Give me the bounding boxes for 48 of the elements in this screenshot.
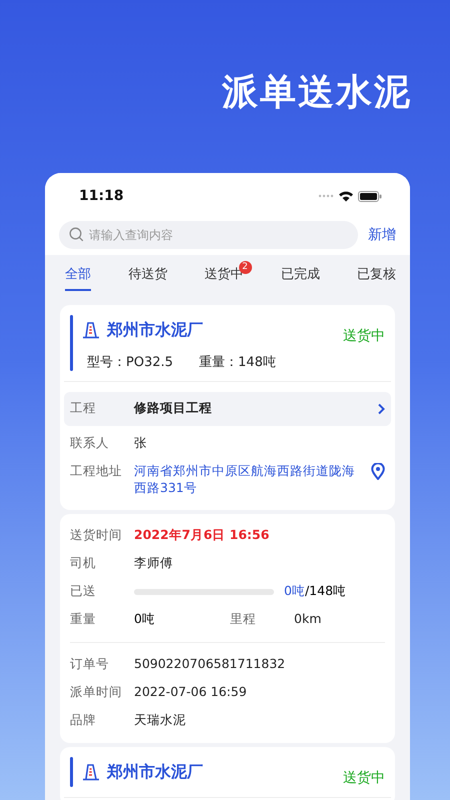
accent-bar xyxy=(70,315,73,371)
search-icon xyxy=(69,227,84,242)
order-card[interactable]: 郑州市水泥厂 送货中 xyxy=(60,747,395,800)
field-value: 天瑞水泥 xyxy=(134,712,187,729)
field-value: 李师傅 xyxy=(134,555,174,572)
accent-bar xyxy=(70,757,73,787)
model-text: 型号：PO32.5 xyxy=(87,354,174,371)
field-value: 2022-07-06 16:59 xyxy=(134,684,248,699)
weight-text: 重量：148吨 xyxy=(199,354,276,371)
field-value: 0吨 xyxy=(134,611,156,628)
factory-name: 郑州市水泥厂 xyxy=(107,320,204,340)
wifi-icon xyxy=(338,190,354,202)
field-label: 工程 xyxy=(70,400,97,417)
signal-icon xyxy=(318,194,334,198)
project-row[interactable]: 工程 修路项目工程 xyxy=(64,392,391,426)
search-field[interactable]: 请输入查询内容 xyxy=(59,221,358,249)
field-label: 联系人 xyxy=(70,435,110,452)
filter-tab[interactable]: 待送货 xyxy=(128,261,168,291)
order-status: 送货中 xyxy=(343,769,385,787)
field-label: 订单号 xyxy=(70,656,110,673)
total-amount: /148吨 xyxy=(304,583,346,600)
sent-amount: 0吨 xyxy=(284,583,305,600)
filter-tab[interactable]: 已完成 xyxy=(280,261,320,291)
filter-tab[interactable]: 已复核 xyxy=(357,261,396,291)
filter-tab[interactable]: 全部 xyxy=(65,261,91,291)
field-label: 派单时间 xyxy=(70,684,123,701)
headline: 派单送水泥 xyxy=(222,71,412,115)
battery-icon xyxy=(358,190,382,202)
field-label: 品牌 xyxy=(70,712,97,729)
field-value: 修路项目工程 xyxy=(134,400,213,417)
field-label: 送货时间 xyxy=(70,527,123,544)
field-label: 重量 xyxy=(70,611,97,628)
field-label: 司机 xyxy=(70,555,97,572)
field-label: 里程 xyxy=(230,611,257,628)
location-pin-icon[interactable] xyxy=(371,463,385,480)
order-card[interactable]: 郑州市水泥厂 送货中 型号：PO32.5 重量：148吨 工程 修路项目工程 联系人 张 工程地址 河南省郑州市中原区航海西路街道陇海西路331号 xyxy=(60,305,395,510)
factory-name: 郑州市水泥厂 xyxy=(107,762,204,782)
field-value: 张 xyxy=(134,435,148,452)
field-value: 0km xyxy=(294,611,322,626)
order-status: 送货中 xyxy=(343,327,385,345)
field-value: 5090220706581711832 xyxy=(134,656,286,671)
field-label: 工程地址 xyxy=(70,463,123,480)
add-button[interactable]: 新增 xyxy=(368,226,396,244)
field-label: 已送 xyxy=(70,583,97,600)
status-time: 11:18 xyxy=(79,188,125,204)
field-value: 2022年7月6日 16:56 xyxy=(134,527,270,544)
address-link[interactable]: 河南省郑州市中原区航海西路街道陇海西路331号 xyxy=(134,463,363,497)
chevron-right-icon xyxy=(377,403,385,415)
